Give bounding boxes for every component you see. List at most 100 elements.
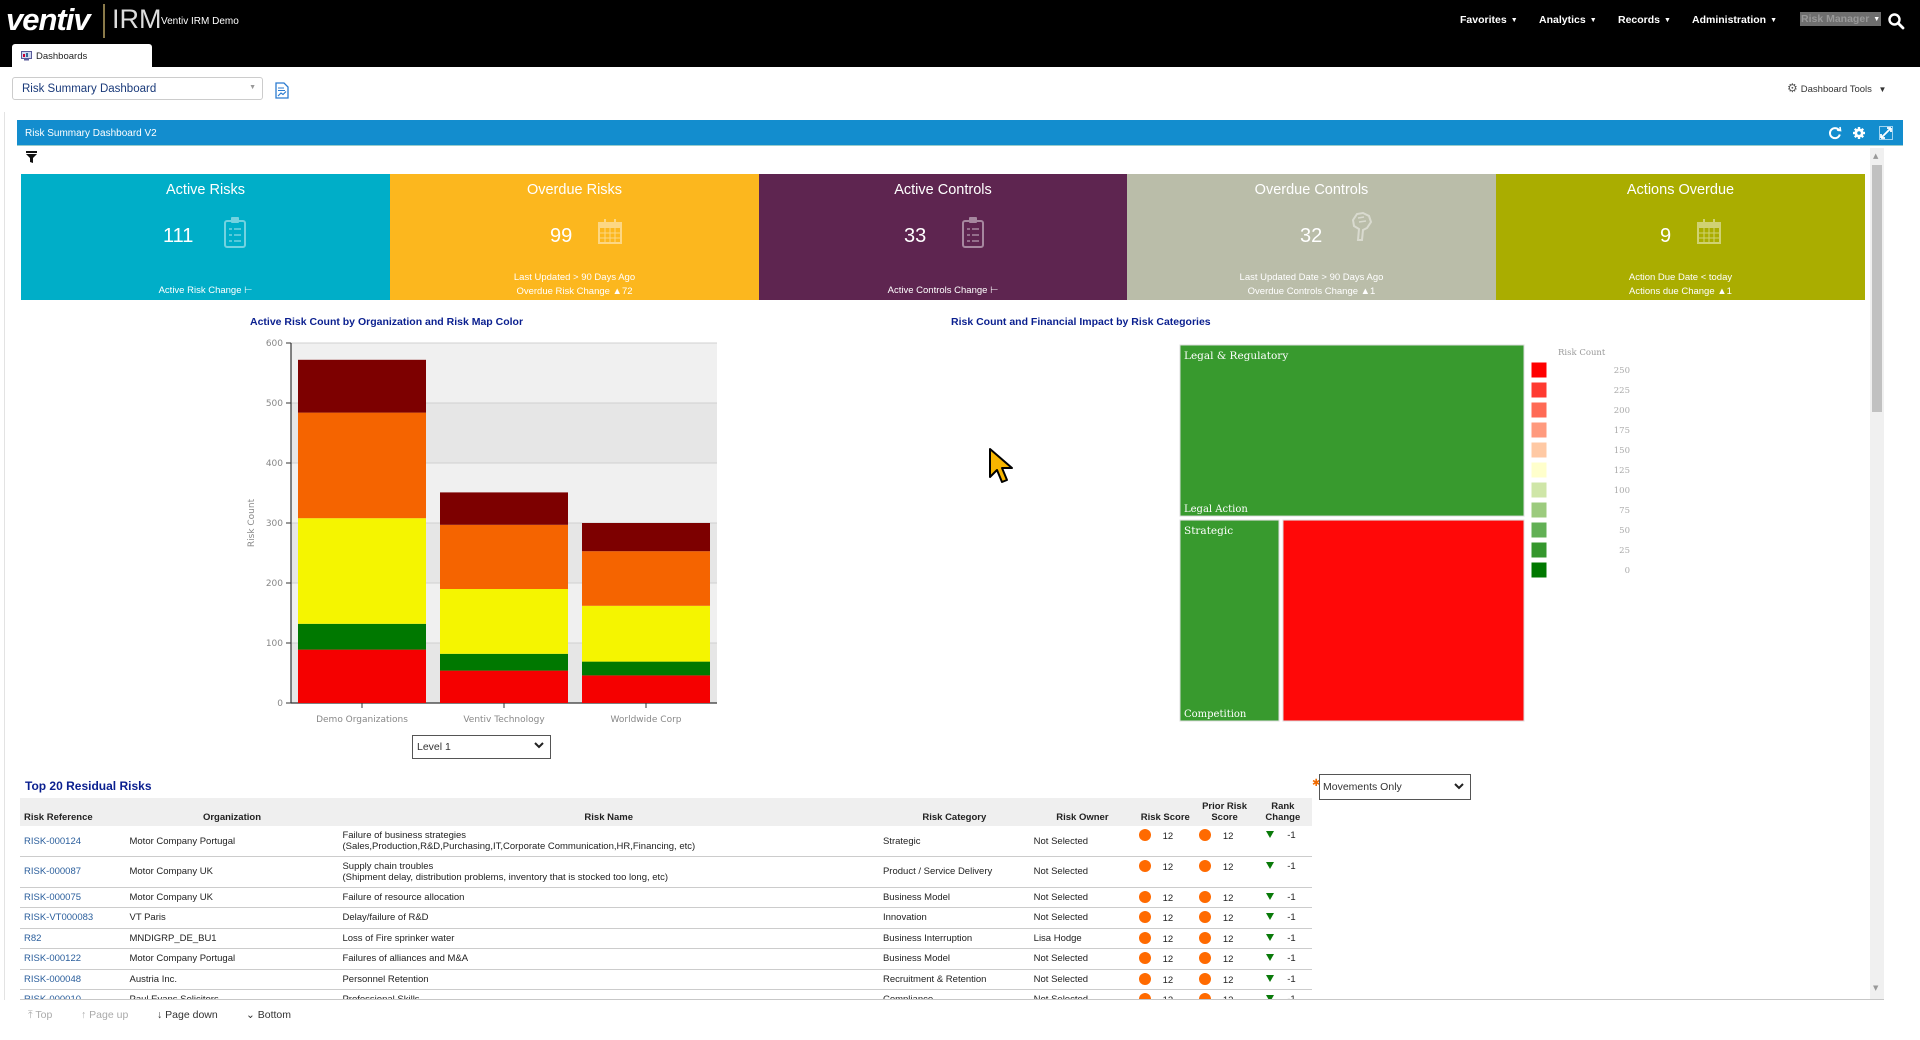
refresh-icon[interactable] bbox=[1828, 126, 1842, 140]
kpi-value[interactable]: 32 bbox=[1300, 225, 1322, 248]
kpi-change-label[interactable]: Active Controls Change ⊢ bbox=[759, 285, 1127, 296]
rank-change-value: -1 bbox=[1287, 830, 1296, 841]
risk-owner-cell: Not Selected bbox=[1029, 887, 1136, 908]
risk-reference-link[interactable]: RISK-000087 bbox=[20, 856, 126, 888]
panel-header: Risk Summary Dashboard V2 bbox=[17, 120, 1903, 146]
kpi-value[interactable]: 111 bbox=[163, 225, 193, 248]
kpi-tile-active-risks[interactable]: Active Risks 111 Active Risk Change ⊢ bbox=[21, 174, 390, 300]
bar-segment-orange bbox=[582, 551, 710, 606]
nav-analytics[interactable]: Analytics ▼ bbox=[1539, 14, 1597, 26]
column-header-risk-category[interactable]: Risk Category bbox=[878, 798, 1030, 826]
risk-reference-link[interactable]: RISK-000075 bbox=[20, 887, 126, 908]
table-row[interactable]: RISK-000087 Motor Company UK Supply chain … bbox=[20, 856, 1312, 888]
expand-icon[interactable] bbox=[1879, 126, 1893, 140]
stacked-bar-chart: 0 100 200 300 400 500 600 Risk Count Demo Organi… bbox=[247, 339, 717, 725]
risk-owner-cell: Not Selected bbox=[1029, 856, 1136, 888]
column-header-risk-reference[interactable]: Risk Reference bbox=[20, 798, 126, 826]
kpi-change-label[interactable]: Overdue Risk Change ▲72 bbox=[390, 286, 759, 297]
x-tick-label: Worldwide Corp bbox=[611, 715, 682, 725]
kpi-tile-overdue-risks[interactable]: Overdue Risks 99 Last Updated > 90 Days … bbox=[390, 174, 759, 300]
pager-page-up-label: Page up bbox=[89, 1009, 129, 1021]
nav-favorites[interactable]: Favorites ▼ bbox=[1460, 14, 1518, 26]
table-row[interactable]: RISK-000122 Motor Company Portugal Failure… bbox=[20, 948, 1312, 970]
table-row[interactable]: RISK-000010Paul Evans SolicitorsProfessi… bbox=[20, 989, 1312, 999]
risk-score-cell: 12 bbox=[1135, 969, 1196, 990]
filter-icon[interactable] bbox=[26, 151, 37, 163]
pager-top-label: Top bbox=[35, 1009, 53, 1021]
bar-chart-title: Active Risk Count by Organization and Ri… bbox=[250, 316, 524, 328]
x-tick-label: Ventiv Technology bbox=[463, 715, 545, 725]
pager-page-up-button[interactable]: ↑ Page up bbox=[81, 1009, 128, 1021]
column-header-risk-score[interactable]: Risk Score bbox=[1135, 798, 1196, 826]
arrow-up-icon: ↑ bbox=[81, 1009, 87, 1021]
table-row[interactable]: RISK-000124 Motor Company Portugal Failure… bbox=[20, 826, 1312, 857]
scrollbar-thumb[interactable] bbox=[1872, 165, 1882, 412]
risk-reference-link[interactable]: RISK-000048 bbox=[20, 969, 126, 990]
report-icon[interactable] bbox=[275, 82, 289, 99]
settings-icon[interactable] bbox=[1852, 126, 1866, 140]
bar-segment-yellow bbox=[298, 518, 426, 624]
kpi-change-label[interactable]: Active Risk Change ⊢ bbox=[21, 285, 390, 296]
y-tick-label: 0 bbox=[277, 699, 283, 709]
legend-swatch bbox=[1530, 541, 1548, 559]
column-header-risk-name[interactable]: Risk Name bbox=[338, 798, 879, 826]
nav-records[interactable]: Records ▼ bbox=[1618, 14, 1671, 26]
movements-filter-select[interactable]: Movements Only bbox=[1319, 774, 1471, 800]
dashboard-tools-label: Dashboard Tools bbox=[1800, 84, 1872, 95]
pager-page-down-label: Page down bbox=[165, 1009, 218, 1021]
rank-down-icon bbox=[1265, 974, 1274, 982]
table-row[interactable]: RISK-000048 Austria Inc. Personnel Retenti… bbox=[20, 969, 1312, 990]
risk-name: Loss of Fire sprinker water bbox=[342, 932, 455, 944]
kpi-tile-active-controls[interactable]: Active Controls 33 Active Controls Chang… bbox=[759, 174, 1127, 300]
risk-reference-link[interactable]: RISK-000124 bbox=[20, 826, 126, 857]
column-header-rank-change[interactable]: Rank Change bbox=[1253, 798, 1312, 826]
risk-reference-link[interactable]: RISK-VT000083 bbox=[20, 907, 126, 929]
risk-reference-link[interactable]: RISK-000122 bbox=[20, 948, 126, 970]
pager-page-down-button[interactable]: ↓ Page down bbox=[157, 1009, 218, 1021]
column-header-risk-owner[interactable]: Risk Owner bbox=[1029, 798, 1136, 826]
scroll-down-icon[interactable]: ▼ bbox=[1873, 984, 1878, 992]
dashboard-select[interactable]: Risk Summary Dashboard ▼ bbox=[12, 77, 263, 100]
kpi-value[interactable]: 33 bbox=[904, 225, 926, 248]
legend-swatch bbox=[1530, 441, 1548, 459]
scroll-up-icon[interactable]: ▲ bbox=[1873, 152, 1878, 160]
kpi-value[interactable]: 9 bbox=[1660, 225, 1671, 248]
risk-reference-link[interactable]: RISK-000010 bbox=[20, 989, 126, 999]
kpi-tile-overdue-controls[interactable]: Overdue Controls 32 Last Updated Date > … bbox=[1127, 174, 1496, 300]
pager-top-button[interactable]: ⤒ Top bbox=[28, 1009, 52, 1022]
kpi-change-label[interactable]: Actions due Change ▲1 bbox=[1496, 286, 1865, 297]
tab-dashboards[interactable]: Dashboards bbox=[12, 44, 152, 67]
table-row[interactable]: R82 MNDIGRP_DE_BU1 Loss of Fire sprinker w… bbox=[20, 928, 1312, 949]
kpi-tile-actions-overdue[interactable]: Actions Overdue 9 Action Due Date < toda… bbox=[1496, 174, 1865, 300]
clipboard-icon bbox=[224, 217, 246, 248]
search-icon[interactable] bbox=[1887, 12, 1905, 30]
mouse-cursor-icon bbox=[989, 448, 1013, 483]
rank-change-value: -1 bbox=[1287, 912, 1296, 924]
nav-user-menu[interactable]: Risk Manager ▼ bbox=[1800, 12, 1882, 26]
risk-reference-link[interactable]: R82 bbox=[20, 928, 126, 949]
score-indicator-icon bbox=[1139, 829, 1152, 841]
table-row[interactable]: RISK-VT000083 VT Paris Delay/failure of R&… bbox=[20, 907, 1312, 929]
legend-label: 250 bbox=[1614, 366, 1630, 376]
level-select[interactable]: Level 1 bbox=[412, 735, 551, 759]
irm-logo: IRM bbox=[112, 4, 162, 34]
panel-scrollbar[interactable]: ▲ ▼ bbox=[1870, 148, 1884, 1000]
nav-administration[interactable]: Administration ▼ bbox=[1692, 14, 1777, 26]
score-indicator-icon bbox=[1199, 890, 1212, 903]
pager-bottom-button[interactable]: ⌄ Bottom bbox=[246, 1009, 291, 1021]
table-row[interactable]: RISK-000075 Motor Company UK Failure of re… bbox=[20, 887, 1312, 908]
risk-score-cell: 12 bbox=[1135, 887, 1196, 908]
risk-score-cell: 12 bbox=[1135, 948, 1196, 970]
kpi-criteria-label: Last Updated > 90 Days Ago bbox=[513, 272, 636, 283]
risk-name-cell: Failure of business strategies (Sales,Pro… bbox=[338, 826, 879, 857]
column-header-organization[interactable]: Organization bbox=[125, 798, 339, 826]
dashboard-tools-menu[interactable]: ⚙ Dashboard Tools ▼ bbox=[1787, 81, 1886, 95]
rank-down-icon bbox=[1265, 831, 1274, 838]
column-header-prior-risk-score[interactable]: Prior Risk Score bbox=[1195, 798, 1254, 826]
kpi-value[interactable]: 99 bbox=[550, 225, 572, 248]
rank-change-cell: -1 bbox=[1253, 989, 1312, 999]
ventiv-logo[interactable]: ventiv bbox=[6, 2, 91, 38]
legend-swatch bbox=[1530, 401, 1548, 419]
risk-category-cell: Innovation bbox=[878, 907, 1030, 929]
kpi-change-label[interactable]: Overdue Controls Change ▲1 bbox=[1127, 286, 1496, 297]
